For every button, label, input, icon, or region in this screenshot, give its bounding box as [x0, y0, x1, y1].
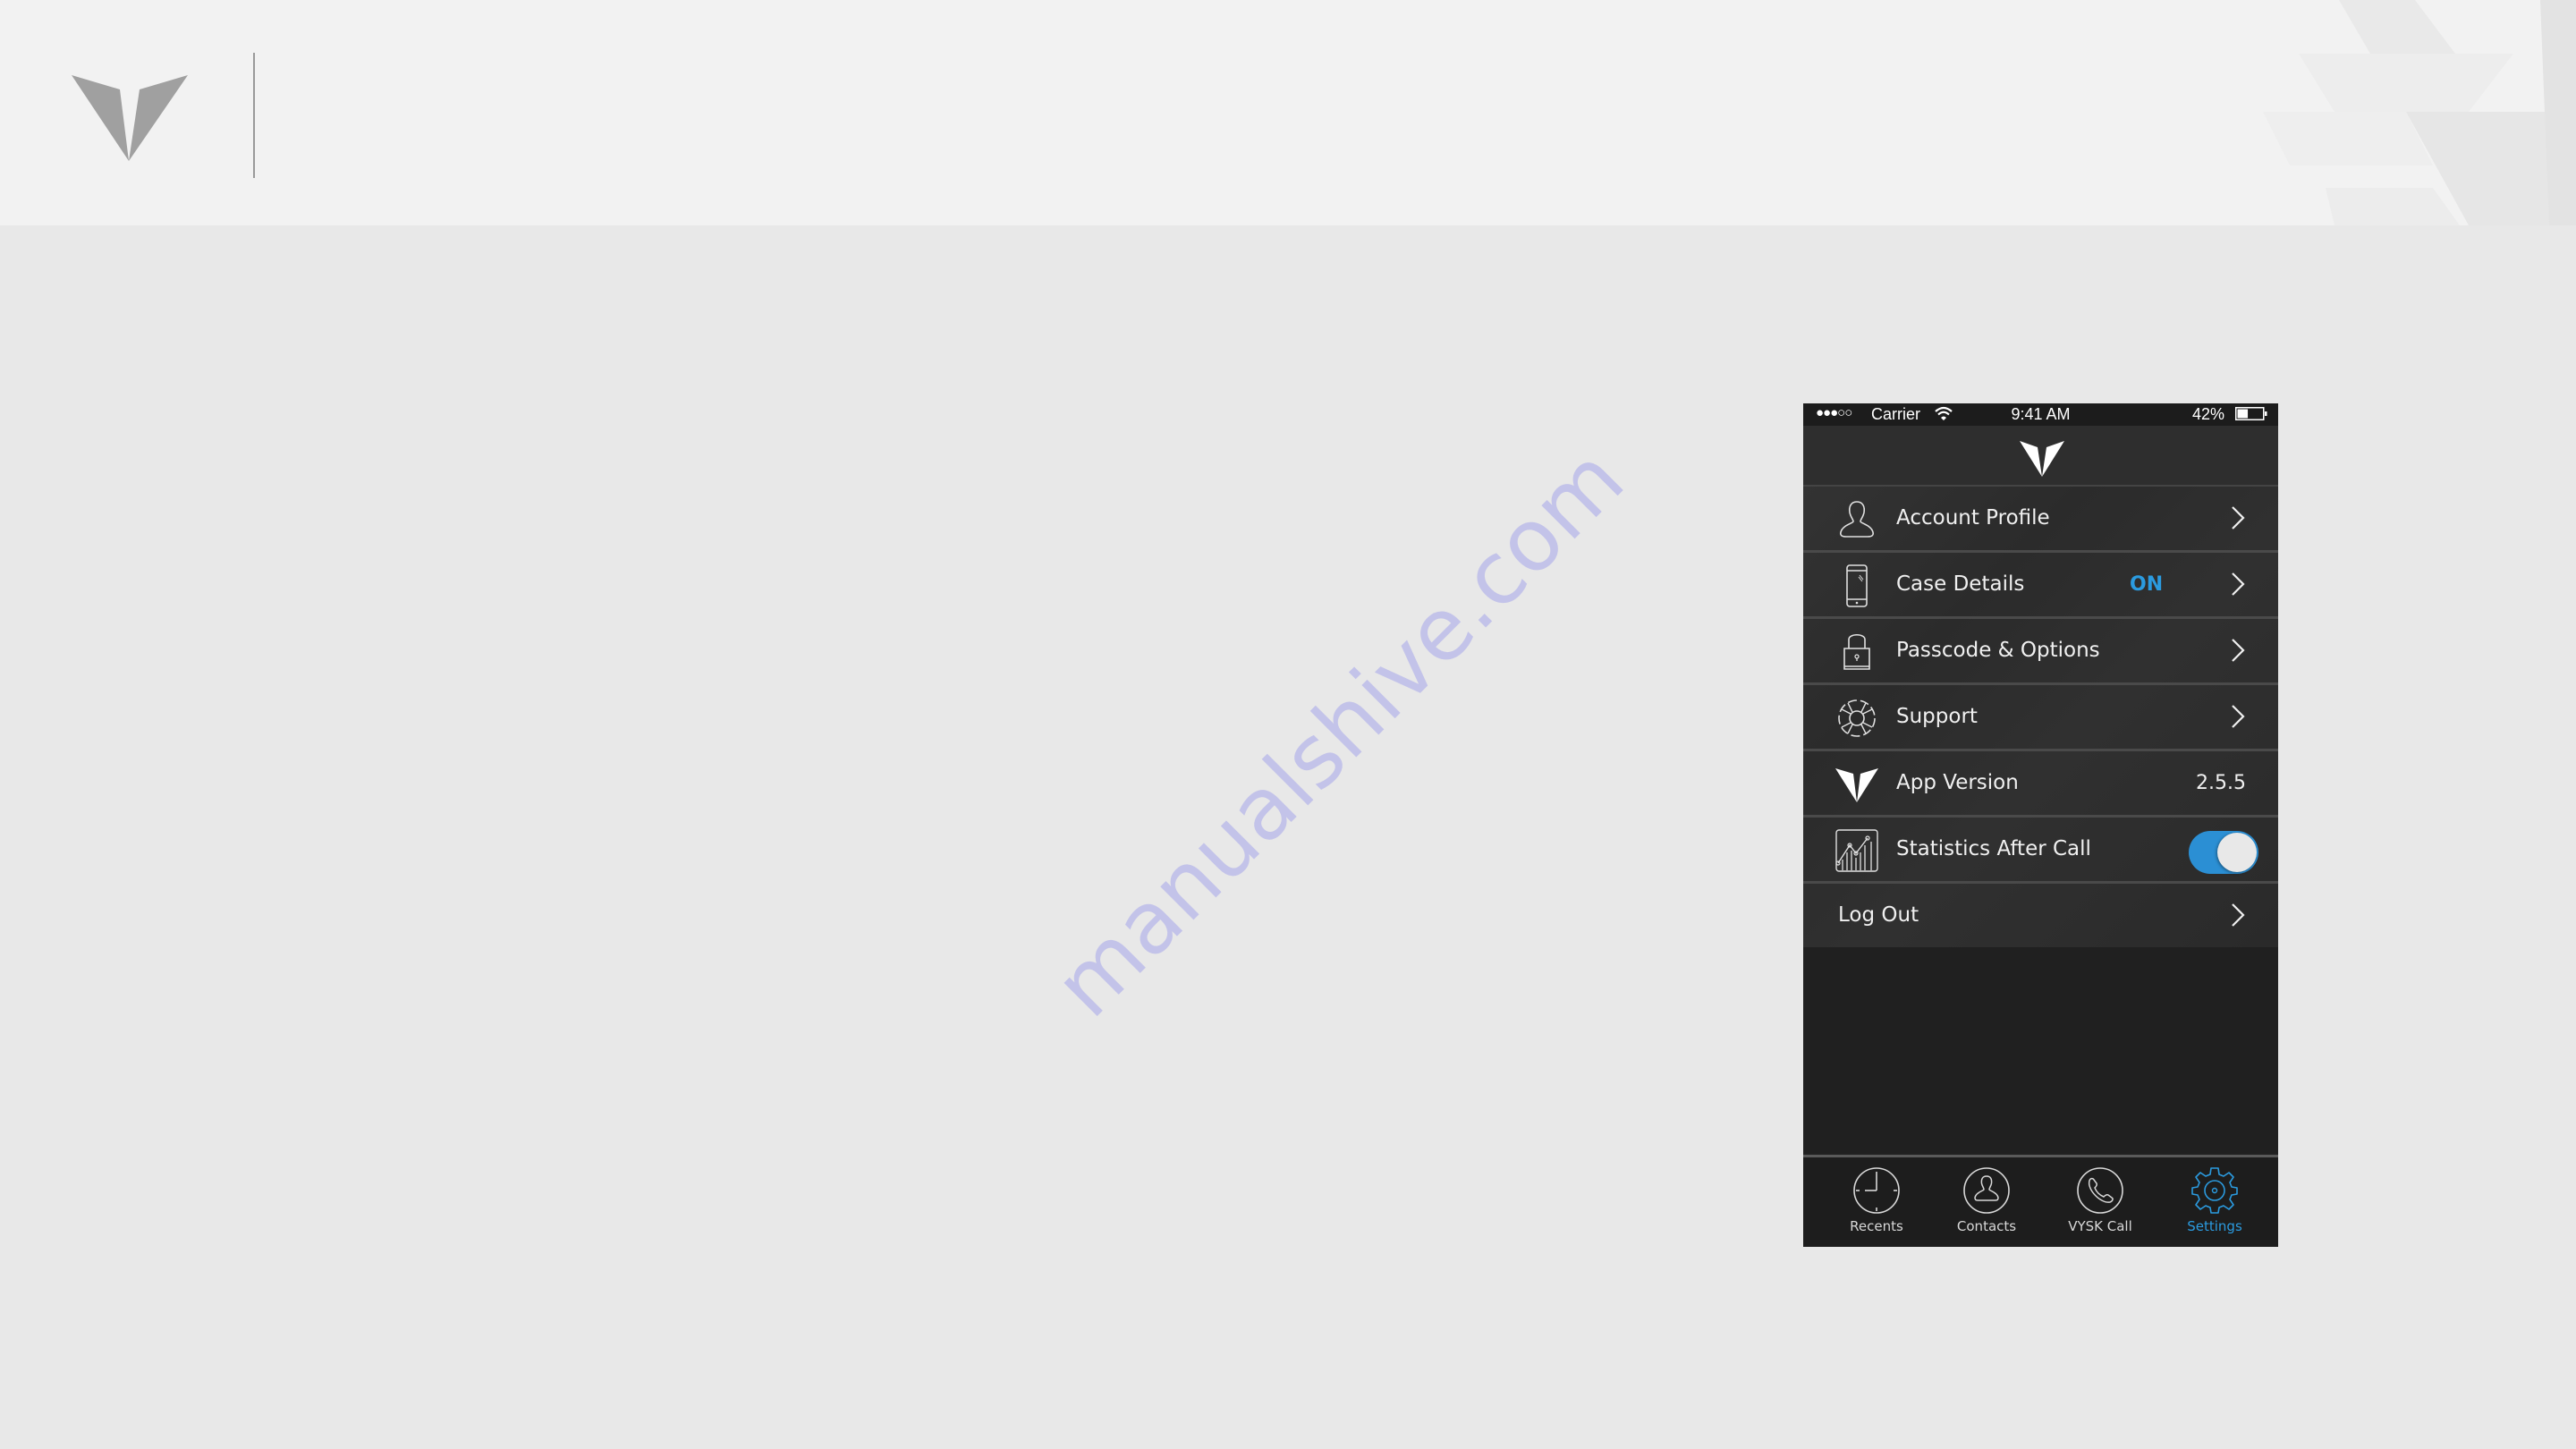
slide-header	[0, 0, 2576, 225]
tab-contacts[interactable]: Contacts	[1937, 1157, 2036, 1247]
chevron-right-icon	[2232, 705, 2245, 728]
clock-icon	[1853, 1167, 1900, 1214]
menu-item-log-out[interactable]: Log Out	[1803, 884, 2278, 950]
menu-item-label: Statistics After Call	[1896, 837, 2091, 860]
toggle-knob	[2217, 833, 2257, 872]
battery-percent: 42%	[2191, 405, 2224, 423]
menu-item-label: Account Profile	[1896, 506, 2050, 530]
vysk-logo-icon	[2020, 441, 2064, 477]
menu-item-label: App Version	[1896, 771, 2019, 794]
menu-item-support[interactable]: Support	[1803, 685, 2278, 751]
header-divider	[253, 53, 255, 178]
lifebuoy-icon	[1838, 699, 1876, 737]
battery-icon	[2235, 407, 2267, 420]
chevron-right-icon	[2232, 639, 2245, 662]
tab-label: Contacts	[1956, 1218, 2017, 1234]
phone-call-icon	[2077, 1167, 2123, 1214]
tab-label: Settings	[2187, 1218, 2242, 1234]
nav-bar	[1803, 426, 2278, 487]
lock-icon	[1843, 633, 1870, 670]
chevron-right-icon	[2232, 903, 2245, 927]
menu-item-label: Passcode & Options	[1896, 639, 2100, 662]
menu-item-app-version: App Version 2.5.5	[1803, 751, 2278, 818]
phone-icon	[1846, 564, 1868, 607]
chart-icon	[1835, 829, 1878, 872]
settings-menu: Account Profile Case Details ON Passcode…	[1803, 487, 2278, 950]
watermark: manualshive.com	[1035, 428, 1643, 1037]
tab-label: Recents	[1850, 1218, 1903, 1234]
vysk-logo	[72, 75, 188, 161]
statistics-toggle[interactable]	[2189, 831, 2258, 874]
user-icon	[1840, 501, 1874, 538]
menu-item-label: Case Details	[1896, 572, 2025, 596]
menu-item-label: Log Out	[1838, 903, 1919, 927]
app-version-value: 2.5.5	[2196, 772, 2246, 794]
chevron-right-icon	[2232, 572, 2245, 596]
contact-icon	[1963, 1167, 2010, 1214]
chevron-right-icon	[2232, 506, 2245, 530]
menu-item-account-profile[interactable]: Account Profile	[1803, 487, 2278, 553]
tab-bar: Recents Contacts VYSK Call Settings	[1803, 1155, 2278, 1247]
tab-label: VYSK Call	[2068, 1218, 2132, 1234]
status-bar: ●●●○○ Carrier 9:41 AM 42%	[1803, 403, 2278, 426]
menu-item-case-details[interactable]: Case Details ON	[1803, 553, 2278, 619]
empty-content-area	[1803, 947, 2278, 1153]
tab-recents[interactable]: Recents	[1827, 1157, 1926, 1247]
menu-item-passcode-options[interactable]: Passcode & Options	[1803, 619, 2278, 685]
menu-item-statistics-after-call: Statistics After Call	[1803, 818, 2278, 884]
header-decoration	[2263, 0, 2576, 225]
tab-vysk-call[interactable]: VYSK Call	[2051, 1157, 2149, 1247]
menu-item-label: Support	[1896, 705, 1978, 728]
gear-icon	[2191, 1167, 2238, 1214]
tab-settings[interactable]: Settings	[2165, 1157, 2264, 1247]
phone-screen: ●●●○○ Carrier 9:41 AM 42% Account Profil…	[1803, 403, 2278, 1247]
vysk-logo-icon	[1835, 768, 1878, 802]
case-details-status: ON	[2130, 573, 2164, 596]
